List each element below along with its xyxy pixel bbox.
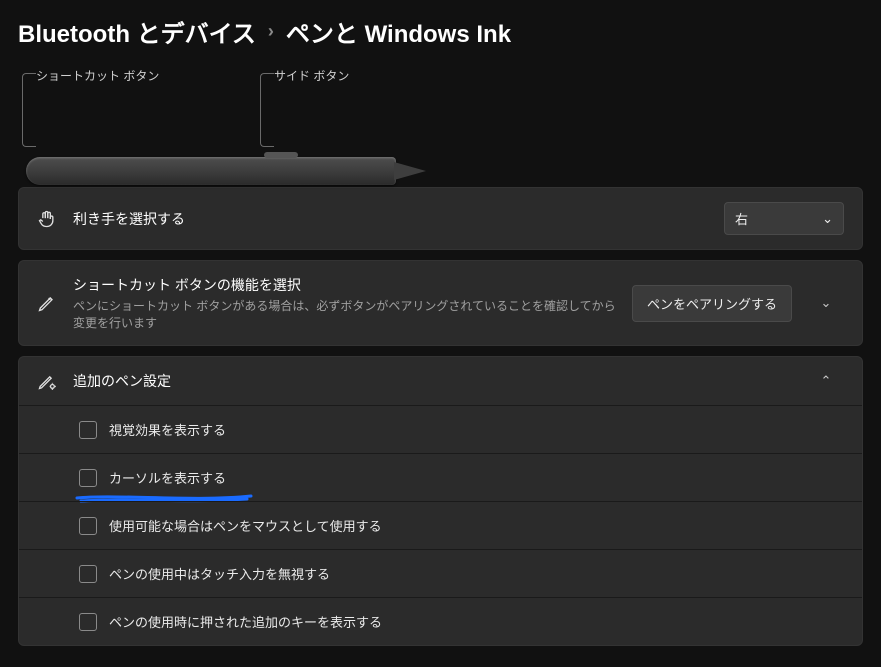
pen-side-button-label: サイド ボタン (274, 69, 349, 83)
checkbox-visual-effects[interactable] (79, 421, 97, 439)
breadcrumb: Bluetooth とデバイス › ペンと Windows Ink (0, 0, 881, 67)
pen-illustration (26, 157, 396, 185)
pen-icon (37, 293, 57, 313)
shortcut-title: ショートカット ボタンの機能を選択 (73, 275, 616, 295)
option-label: ペンの使用中はタッチ入力を無視する (109, 564, 330, 583)
option-ignore-touch[interactable]: ペンの使用中はタッチ入力を無視する (19, 549, 862, 597)
chevron-right-icon: › (268, 21, 274, 42)
choose-hand-select[interactable]: 右 ⌄ (724, 202, 844, 235)
checkbox-show-cursor[interactable] (79, 469, 97, 487)
card-additional-pen-settings: 追加のペン設定 ⌃ 視覚効果を表示する カーソルを表示する 使用可能な場合はペン… (18, 356, 863, 646)
card-shortcut-button: ショートカット ボタンの機能を選択 ペンにショートカット ボタンがある場合は、必… (18, 260, 863, 346)
option-show-cursor[interactable]: カーソルを表示する (19, 453, 862, 501)
choose-hand-title: 利き手を選択する (73, 209, 708, 229)
pen-settings-icon (37, 371, 57, 391)
collapse-additional-button[interactable]: ⌃ (808, 373, 844, 389)
breadcrumb-parent[interactable]: Bluetooth とデバイス (18, 14, 256, 49)
option-label: カーソルを表示する (109, 468, 226, 487)
additional-items: 視覚効果を表示する カーソルを表示する 使用可能な場合はペンをマウスとして使用す… (19, 405, 862, 645)
option-label: ペンの使用時に押された追加のキーを表示する (109, 612, 382, 631)
option-label: 視覚効果を表示する (109, 420, 226, 439)
pair-pen-button[interactable]: ペンをペアリングする (632, 285, 792, 322)
expand-shortcut-button[interactable]: ⌄ (808, 295, 844, 311)
chevron-down-icon: ⌄ (822, 211, 833, 227)
hand-icon (37, 209, 57, 229)
card-choose-hand: 利き手を選択する 右 ⌄ (18, 187, 863, 250)
additional-title: 追加のペン設定 (73, 371, 792, 391)
pen-shortcut-button-label: ショートカット ボタン (36, 69, 159, 83)
option-show-extra-keys[interactable]: ペンの使用時に押された追加のキーを表示する (19, 597, 862, 645)
shortcut-desc: ペンにショートカット ボタンがある場合は、必ずボタンがペアリングされていることを… (73, 297, 616, 331)
checkbox-pen-as-mouse[interactable] (79, 517, 97, 535)
option-label: 使用可能な場合はペンをマウスとして使用する (109, 516, 382, 535)
option-visual-effects[interactable]: 視覚効果を表示する (19, 406, 862, 453)
pen-diagram: ショートカット ボタン サイド ボタン (18, 67, 863, 187)
choose-hand-value: 右 (735, 209, 748, 228)
checkbox-ignore-touch[interactable] (79, 565, 97, 583)
option-pen-as-mouse[interactable]: 使用可能な場合はペンをマウスとして使用する (19, 501, 862, 549)
checkbox-show-extra-keys[interactable] (79, 613, 97, 631)
breadcrumb-current: ペンと Windows Ink (286, 14, 511, 49)
